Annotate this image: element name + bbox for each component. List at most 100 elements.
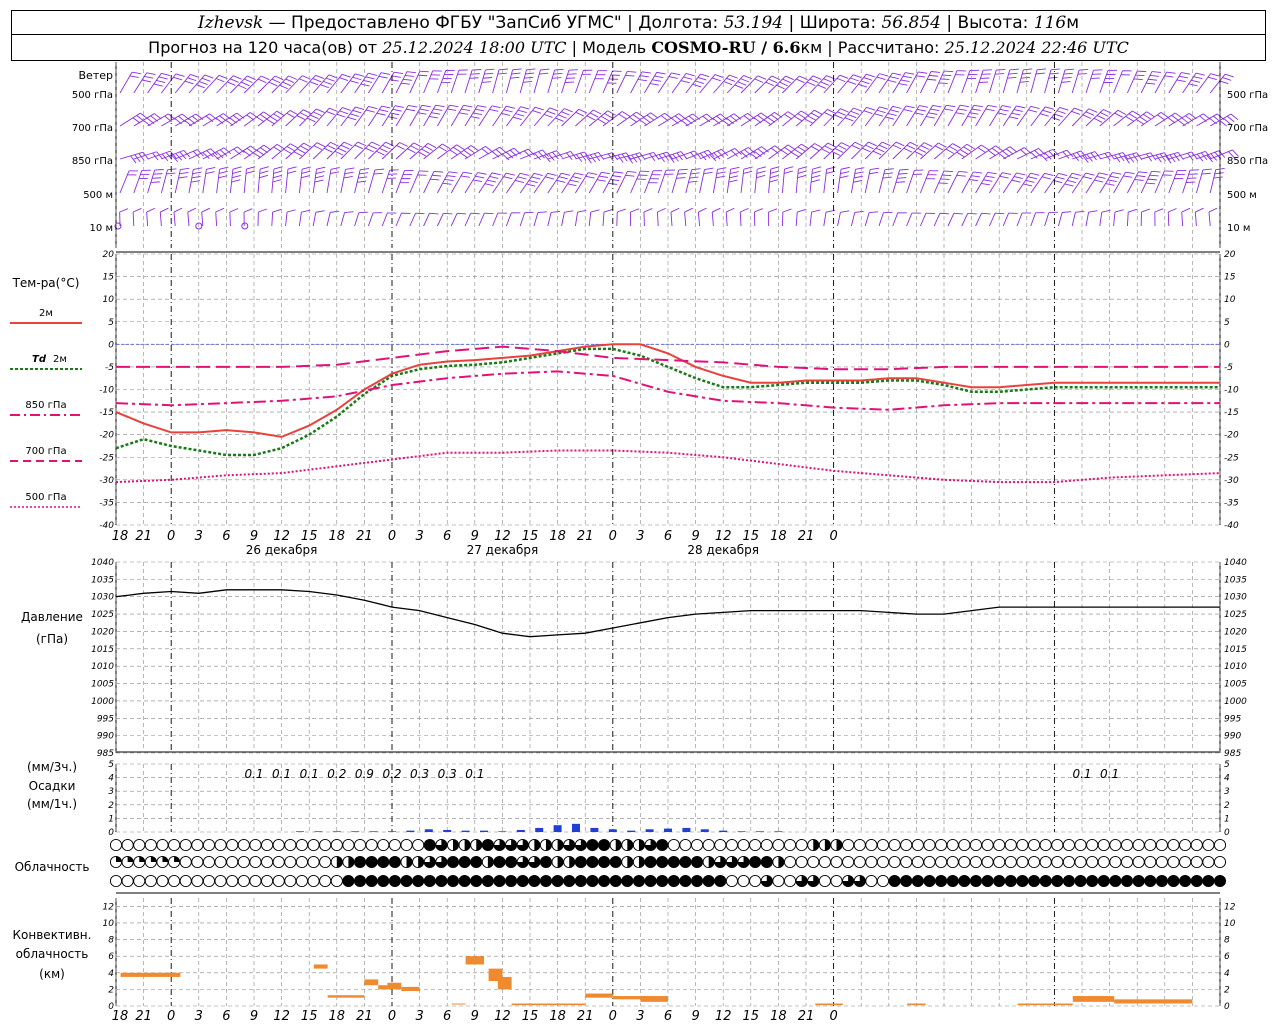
wind-barb-flag (389, 79, 399, 82)
precip-bar (461, 830, 470, 832)
wind-barb-flag (652, 79, 662, 82)
x-tick-label: 21 (356, 1009, 373, 1024)
wind-barb-flag (421, 104, 431, 108)
precip-bar (443, 829, 452, 832)
wind-barb-staff (188, 74, 206, 94)
wind-barb-flag (376, 112, 386, 116)
wind-barb-flag (515, 179, 524, 183)
cloud-cover-symbol (702, 838, 715, 852)
cloud-cover-symbol (237, 855, 250, 869)
wind-barb-staff (340, 169, 346, 194)
y-tick-label-left: 1000 (91, 697, 114, 707)
wind-barb-staff (630, 152, 654, 160)
wind-level-label: 500 гПа (72, 90, 113, 101)
cloud-cover-symbol (377, 855, 390, 869)
cloud-cover-symbol (284, 838, 297, 852)
legend-500-label: 500 гПа (25, 492, 66, 503)
wind-barb-flag (534, 106, 544, 111)
wind-barb-flag (797, 113, 806, 119)
wind-barb-flag (396, 145, 405, 150)
y-tick-label-right: -15 (1224, 408, 1239, 418)
wind-barb-flag (344, 171, 354, 175)
wind-barb-flag (343, 141, 353, 147)
legend-2m-label: 2м (39, 308, 53, 319)
wind-barb-flag (988, 150, 996, 157)
wind-level-label-right: 850 гПа (1227, 156, 1268, 167)
wind-barb-staff (147, 150, 171, 160)
cloud-cover-symbol (353, 874, 367, 888)
wind-barb-flag (1096, 115, 1106, 120)
wind-barb-flag (918, 71, 928, 74)
cloud-cover-symbol (1074, 855, 1087, 869)
precip-total-label: 0.1 (465, 767, 484, 781)
wind-barb-flag (193, 167, 203, 170)
wind-barb-staff (533, 173, 549, 194)
wind-barb-staff (1030, 106, 1046, 127)
wind-barb-staff (864, 169, 871, 194)
wind-barb-flag (158, 76, 168, 80)
cloud-cover-fill (476, 839, 482, 851)
wind-barb-flag (1041, 176, 1051, 180)
wind-barb-staff (119, 151, 144, 160)
wind-barb-flag (1230, 113, 1239, 121)
wind-barb-flag (187, 77, 197, 82)
wind-barb-flag (1125, 171, 1135, 175)
wind-barb-flag (130, 155, 137, 164)
wind-barb-staff (712, 169, 718, 194)
wind-barb-staff (547, 108, 565, 127)
wind-barb-flag (944, 108, 954, 111)
wind-barb-flag (472, 112, 482, 116)
cloud-cover-symbol (1120, 855, 1134, 869)
wind-barb-staff (713, 74, 730, 94)
wind-barb-flag (286, 112, 295, 118)
wind-barb-staff (920, 105, 934, 127)
wind-barb-flag (342, 107, 352, 111)
cloud-cover-fill (836, 839, 843, 851)
cloud-cover-symbol (981, 855, 994, 869)
wind-barb-flag (374, 168, 384, 171)
cloud-cover-symbol (168, 838, 181, 852)
wind-barb-flag (517, 109, 527, 113)
wind-barb-flag (690, 172, 700, 175)
wind-barb-flag (506, 105, 516, 109)
wind-barb-flag (973, 171, 983, 174)
wind-barb-flag (232, 166, 242, 170)
cloud-cover-symbol (237, 838, 250, 852)
wind-barb-flag (641, 71, 651, 74)
wind-barb-flag (379, 147, 388, 153)
x-tick-label: 0 (609, 1009, 617, 1024)
wind-barb-staff (216, 169, 221, 194)
wind-barb-flag (607, 110, 616, 116)
wind-barb-staff (684, 212, 687, 227)
wind-barb-flag (1165, 155, 1172, 164)
convective-block (313, 964, 328, 969)
wind-barb-staff (697, 212, 701, 227)
wind-barb-staff (201, 212, 204, 227)
wind-barb-staff (1002, 69, 1011, 94)
wind-barb-staff (1099, 212, 1103, 227)
cloud-cover-symbol (679, 838, 692, 852)
wind-barb-flag (245, 170, 255, 174)
wind-barb-staff (1044, 212, 1050, 227)
cloud-cover-symbol (725, 874, 738, 888)
wind-barb-flag (1009, 68, 1019, 71)
cloud-cover-symbol (644, 855, 657, 869)
wind-barb-flag (826, 166, 836, 170)
wind-barb-flag (358, 176, 368, 179)
y-tick-label-left: -15 (99, 408, 114, 418)
wind-barb-staff (533, 212, 539, 227)
wind-barb-flag (498, 68, 508, 71)
y-tick-label-left: 3 (108, 787, 114, 797)
wind-barb-flag (156, 79, 166, 84)
wind-barb-staff (409, 105, 423, 127)
x-tick-label: 6 (664, 529, 672, 544)
x-tick-label: 6 (664, 1009, 672, 1024)
wind-barb-flag (543, 113, 553, 118)
cloud-cover-symbol (621, 874, 634, 888)
wind-barb-flag (475, 108, 485, 112)
wind-barb-flag (1064, 68, 1074, 71)
wind-barb-staff (187, 212, 190, 227)
wind-barb-staff (1209, 169, 1217, 194)
cloud-cover-symbol (249, 874, 262, 888)
wind-barb-flag (469, 77, 479, 79)
